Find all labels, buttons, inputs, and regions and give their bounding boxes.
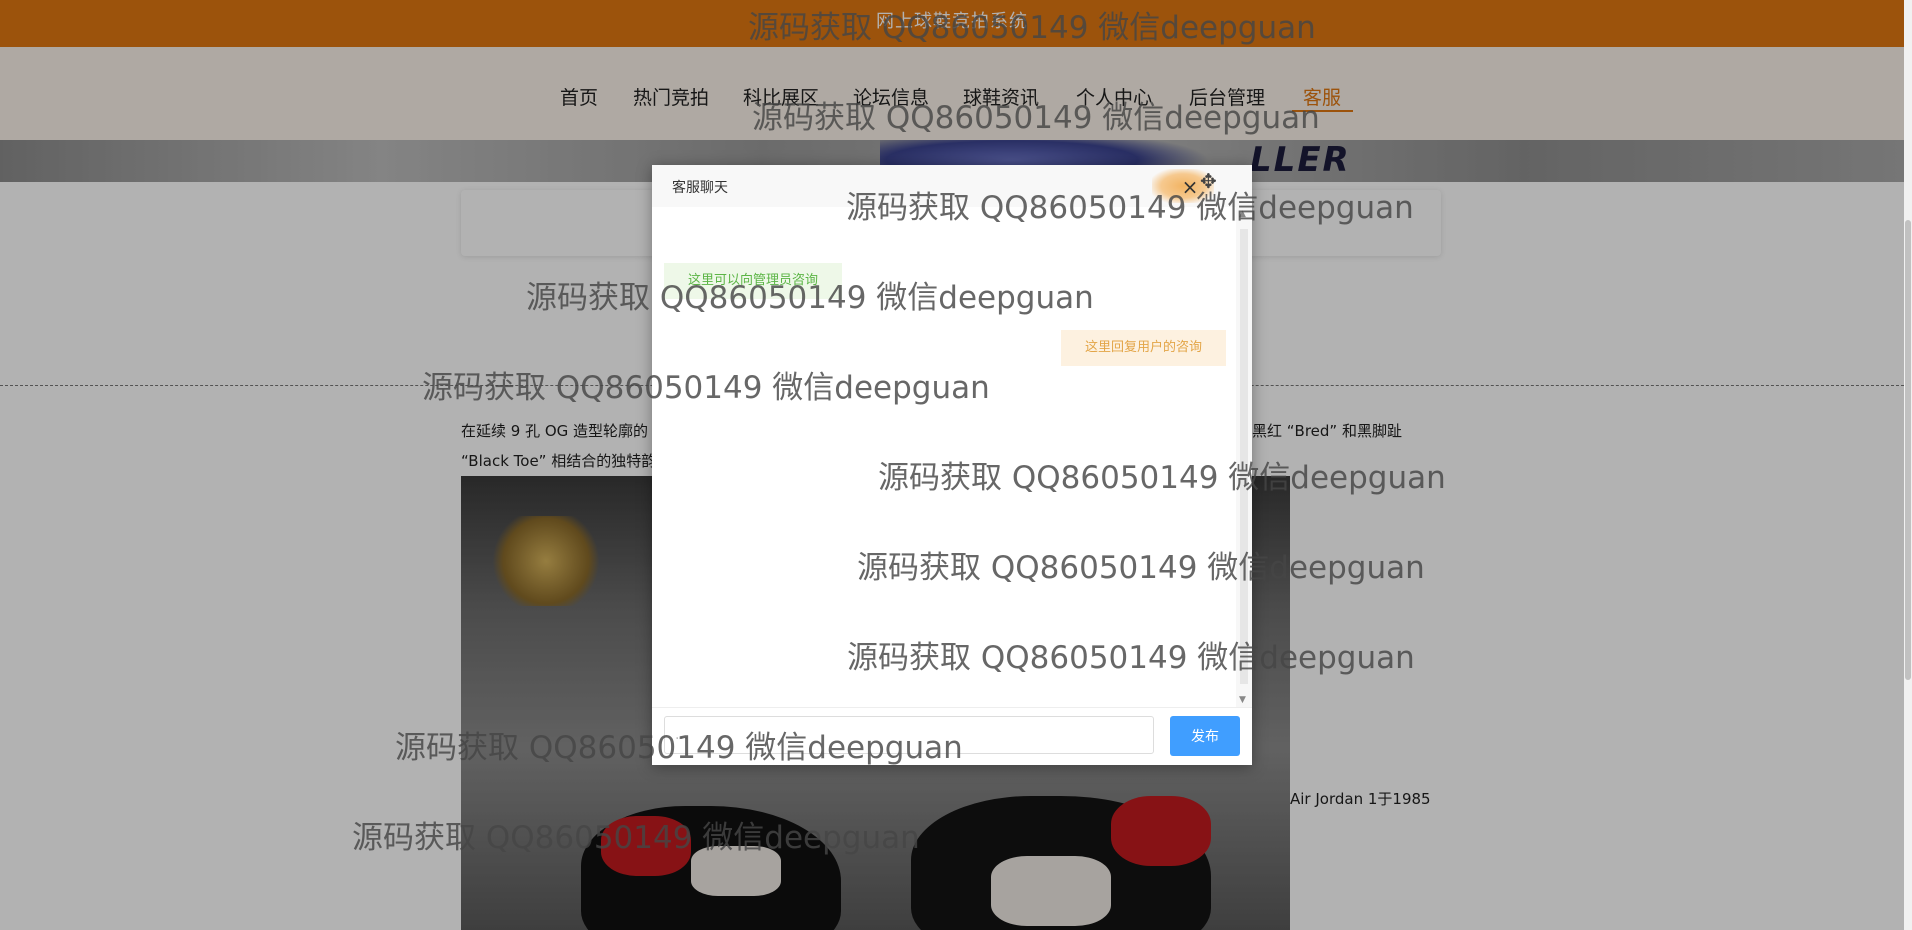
send-button[interactable]: 发布 [1170, 716, 1240, 756]
chat-scrollbar-thumb[interactable] [1240, 229, 1248, 684]
chat-message-list: 这里可以向管理员咨询 这里回复用户的咨询 [652, 207, 1236, 707]
chat-dialog-title: 客服聊天 [672, 180, 728, 196]
chat-scroll-up-arrow[interactable]: ▲ [1239, 209, 1246, 219]
chat-footer: 发布 [652, 707, 1252, 766]
chat-dialog-header[interactable]: 客服聊天 ✥ × [652, 165, 1252, 208]
page-scrollbar-thumb[interactable] [1905, 220, 1911, 680]
move-icon[interactable]: ✥ [1200, 169, 1217, 193]
chat-message-reply: 这里回复用户的咨询 [1061, 330, 1227, 366]
chat-scroll-down-arrow[interactable]: ▼ [1239, 695, 1246, 705]
customer-service-chat-dialog: 客服聊天 ✥ × 这里可以向管理员咨询 这里回复用户的咨询 ▲ ▼ 发布 [652, 165, 1252, 765]
close-icon[interactable]: × [1180, 177, 1200, 197]
chat-message-input[interactable] [664, 716, 1154, 754]
chat-message-admin: 这里可以向管理员咨询 [664, 263, 843, 299]
